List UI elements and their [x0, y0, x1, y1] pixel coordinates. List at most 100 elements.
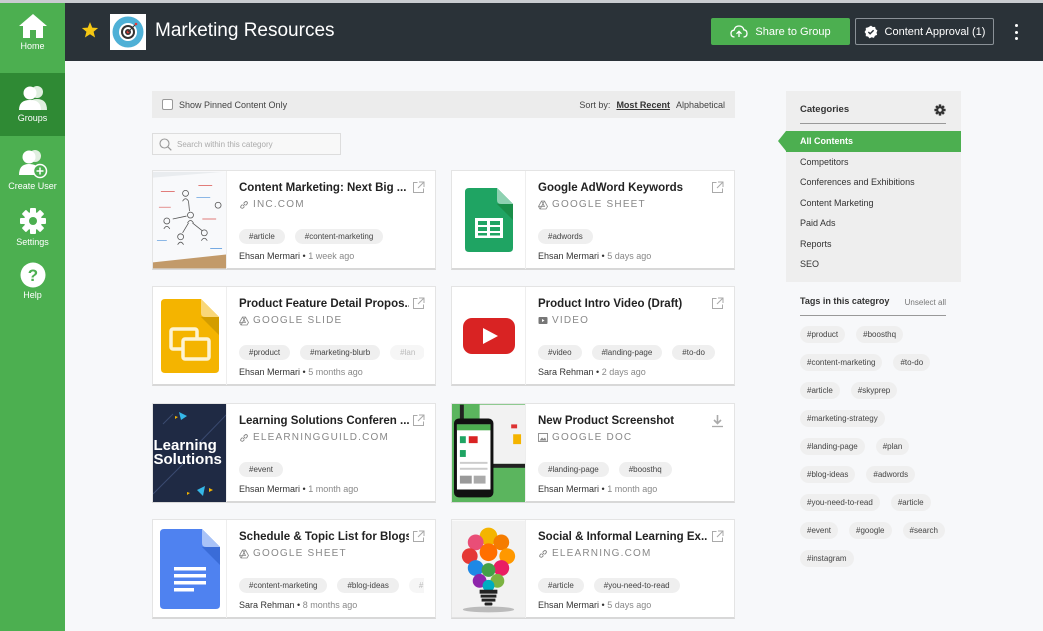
gear-icon[interactable] [934, 104, 946, 116]
external-link-icon[interactable] [711, 530, 724, 543]
tag-chip[interactable]: #blog-ideas [337, 578, 399, 593]
favorite-star-icon[interactable] [81, 21, 99, 44]
card-time: 5 days ago [607, 600, 652, 610]
tag-chip[interactable]: #product [239, 345, 291, 360]
category-item-paid-ads[interactable]: Paid Ads [786, 213, 961, 234]
tag-filter-chip[interactable]: #you-need-to-read [800, 494, 880, 511]
tag-chip[interactable]: #video [538, 345, 582, 360]
google-slide-icon [160, 299, 219, 373]
tag-filter-chip[interactable]: #landing-page [800, 438, 865, 455]
card-source: GOOGLE SHEET [239, 548, 347, 559]
card-title[interactable]: Schedule & Topic List for Blogs [239, 531, 409, 543]
nav-label: Create User [8, 181, 57, 191]
content-approval-button[interactable]: Content Approval (1) [855, 18, 994, 45]
content-card[interactable]: Learning Solutions Learning Solutions Co… [152, 403, 436, 503]
nav-item-home[interactable]: Home [0, 13, 65, 65]
card-meta: Ehsan Mermari • 5 days ago [538, 600, 652, 610]
card-thumbnail [452, 404, 526, 502]
tag-chip[interactable]: #content-marketing [239, 578, 328, 593]
content-card[interactable]: Product Feature Detail Propos... GOOGLE … [152, 286, 436, 386]
tag-filter-chip[interactable]: #google [849, 522, 892, 539]
image-icon [538, 433, 548, 442]
tag-filter-chip[interactable]: #adwords [866, 466, 916, 483]
tag-chip[interactable]: #article [538, 578, 584, 593]
tag-filter-chip[interactable]: #content-marketing [800, 354, 883, 371]
tag-filter-chip[interactable]: #boosthq [856, 326, 904, 343]
content-card[interactable]: Product Intro Video (Draft) VIDEO #video… [451, 286, 735, 386]
tag-filter-chip[interactable]: #article [800, 382, 840, 399]
category-item-seo[interactable]: SEO [786, 254, 961, 275]
tag-filter-chip[interactable]: #to-do [893, 354, 931, 371]
card-title[interactable]: Learning Solutions Conferen ... [239, 415, 409, 427]
share-to-group-button[interactable]: Share to Group [711, 18, 850, 45]
tag-filter-chip[interactable]: #skyprep [850, 382, 898, 399]
category-item-content-marketing[interactable]: Content Marketing [786, 193, 961, 214]
pinned-only-checkbox[interactable] [162, 99, 173, 110]
tag-filter-chip[interactable]: #plan [875, 438, 910, 455]
content-card[interactable]: Content Marketing: Next Big ... INC.COM … [152, 170, 436, 270]
external-link-icon[interactable] [412, 181, 425, 194]
tag-chip[interactable]: #event [239, 462, 284, 477]
category-item-all-contents[interactable]: All Contents [778, 131, 961, 152]
share-label: Share to Group [755, 25, 831, 38]
tag-filter-chip[interactable]: #search [902, 522, 945, 539]
nav-item-groups[interactable]: Groups [0, 73, 65, 136]
nav-item-create-user[interactable]: Create User [0, 149, 65, 199]
search-input[interactable] [177, 139, 327, 149]
external-link-icon[interactable] [711, 297, 724, 310]
card-tags: #article #content-marketing [239, 229, 424, 244]
category-item-competitors[interactable]: Competitors [786, 152, 961, 173]
tag-filter-chip[interactable]: #article [890, 494, 931, 511]
sort-most-recent[interactable]: Most Recent [616, 100, 670, 110]
card-source: INC.COM [239, 199, 305, 210]
tag-chip[interactable]: # [408, 578, 424, 593]
phone-screenshot-icon [452, 404, 525, 502]
card-author: Sara Rehman [239, 600, 295, 610]
external-link-icon[interactable] [412, 530, 425, 543]
card-author: Ehsan Mermari [538, 251, 600, 261]
tag-filter-chip[interactable]: #product [800, 326, 846, 343]
tag-chip[interactable]: #marketing-blurb [300, 345, 381, 360]
unselect-all-link[interactable]: Unselect all [905, 298, 946, 307]
nav-item-help[interactable]: ? Help [0, 262, 65, 312]
card-author: Ehsan Mermari [538, 484, 600, 494]
content-card[interactable]: Schedule & Topic List for Blogs GOOGLE S… [152, 519, 436, 619]
group-logo [110, 14, 146, 50]
external-link-icon[interactable] [711, 181, 724, 194]
content-card[interactable]: Social & Informal Learning Ex... ELEARNI… [451, 519, 735, 619]
card-title[interactable]: New Product Screenshot [538, 415, 674, 427]
card-title[interactable]: Product Intro Video (Draft) [538, 298, 682, 310]
tag-chip[interactable]: #landing-page [591, 345, 663, 360]
tag-filter-chip[interactable]: #event [800, 522, 839, 539]
drive-icon [239, 549, 249, 558]
card-source-label: INC.COM [253, 199, 305, 210]
card-title[interactable]: Product Feature Detail Propos... [239, 298, 409, 310]
tag-filter-chip[interactable]: #marketing-strategy [800, 410, 885, 427]
tag-chip[interactable]: #to-do [672, 345, 715, 360]
tag-filter-chip[interactable]: #instagram [800, 550, 854, 567]
more-options-icon[interactable] [1009, 21, 1023, 43]
card-title[interactable]: Social & Informal Learning Ex... [538, 531, 708, 543]
tag-chip[interactable]: #content-marketing [294, 229, 384, 244]
category-item-reports[interactable]: Reports [786, 234, 961, 255]
category-item-conferences[interactable]: Conferences and Exhibitions [786, 172, 961, 193]
card-title[interactable]: Content Marketing: Next Big ... [239, 182, 406, 194]
tag-chip[interactable]: #adwords [538, 229, 593, 244]
sort-alphabetical[interactable]: Alphabetical [676, 100, 725, 110]
external-link-icon[interactable] [412, 297, 425, 310]
tag-chip[interactable]: #lan [390, 345, 424, 360]
download-icon[interactable] [711, 414, 724, 428]
card-tags: #event [239, 462, 424, 477]
external-link-icon[interactable] [412, 414, 425, 427]
card-meta: Ehsan Mermari • 1 week ago [239, 251, 355, 261]
verified-badge-icon [864, 25, 877, 38]
content-card[interactable]: New Product Screenshot GOOGLE DOC #landi… [451, 403, 735, 503]
tag-filter-chip[interactable]: #blog-ideas [800, 466, 856, 483]
nav-item-settings[interactable]: Settings [0, 207, 65, 257]
content-card[interactable]: Google AdWord Keywords GOOGLE SHEET #adw… [451, 170, 735, 270]
tag-chip[interactable]: #you-need-to-read [593, 578, 680, 593]
tag-chip[interactable]: #boosthq [618, 462, 672, 477]
tag-chip[interactable]: #article [239, 229, 285, 244]
tag-chip[interactable]: #landing-page [538, 462, 609, 477]
card-title[interactable]: Google AdWord Keywords [538, 182, 683, 194]
